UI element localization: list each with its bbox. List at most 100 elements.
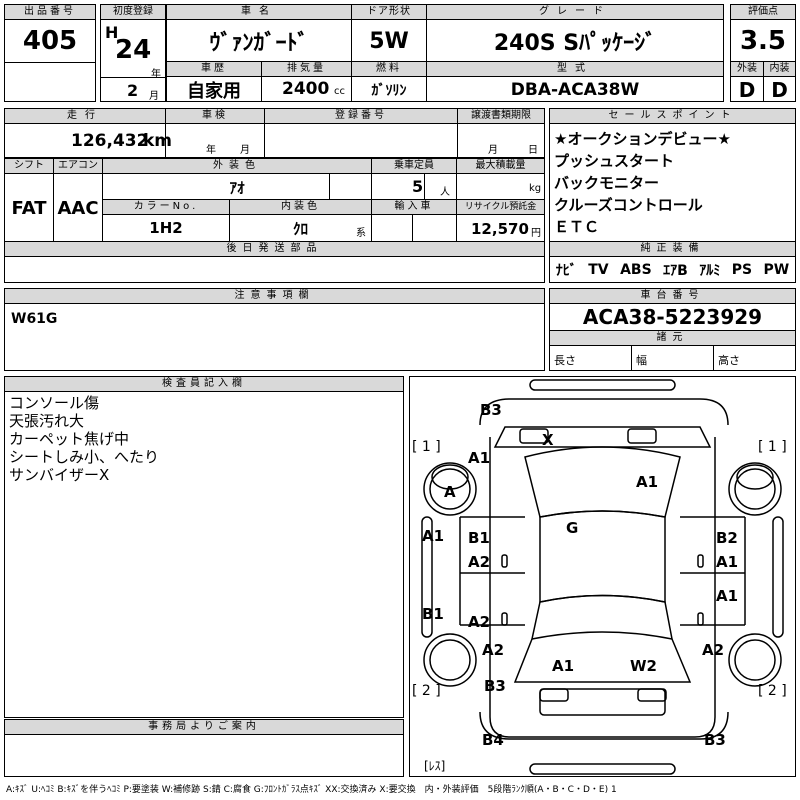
- marker-a1-left-top: A1: [468, 449, 491, 467]
- aircon-box: エアコン AAC: [53, 158, 103, 242]
- displacement-box: 排気量 2400 cc: [261, 61, 352, 102]
- marker-b1-left: B1: [468, 529, 490, 547]
- fuel-label: 燃料: [352, 62, 426, 77]
- equipment-ps: PS: [731, 262, 753, 278]
- inspection-year-unit: 年: [206, 145, 216, 156]
- recycle-unit: 円: [531, 228, 541, 239]
- equipment-label: 純正装備: [550, 242, 795, 257]
- equipment-airbag: ｴｱB: [663, 263, 688, 279]
- car-name-label: 車名: [167, 5, 351, 20]
- history-label: 車歴: [167, 62, 261, 77]
- office-label: 事務局よりご案内: [5, 720, 403, 735]
- transfer-label: 譲渡書類期限: [458, 109, 544, 124]
- displacement-label: 排気量: [262, 62, 351, 77]
- shift-label: シフト: [5, 159, 53, 174]
- sales-points-box: セールスポイント ★オークションデビュー★ プッシュスタート バックモニター ク…: [549, 108, 796, 242]
- inspector-line-1: コンソール傷: [9, 394, 100, 412]
- tag-rear: [ﾚｽ]: [424, 759, 446, 773]
- car-name-value: ｳﾞｧﾝｶﾞｰﾄﾞ: [209, 31, 309, 56]
- equipment-alloy: ｱﾙﾐ: [699, 263, 721, 279]
- chassis-box: 車台番号 ACA38-5223929 諸元 長さ 幅 高さ: [549, 288, 796, 371]
- marker-a2-left-2: A2: [468, 613, 491, 631]
- interior-color-box: 内装色 ｸﾛ 系: [229, 199, 372, 242]
- later-parts-box: 後日発送部品: [4, 241, 545, 283]
- sales-point-2: プッシュスタート: [554, 152, 675, 170]
- color-number-value: 1H2: [149, 219, 183, 237]
- tag-2-left: [ 2 ]: [412, 683, 441, 699]
- transfer-month-unit: 月: [488, 145, 498, 156]
- later-parts-label: 後日発送部品: [5, 242, 544, 257]
- transfer-day-unit: 日: [528, 145, 538, 156]
- registration-month-unit: 月: [149, 91, 159, 102]
- fuel-box: 燃料 ｶﾞｿﾘﾝ: [351, 61, 427, 102]
- marker-b2-right: B2: [716, 529, 738, 547]
- marker-a2-left-rear: A2: [482, 641, 505, 659]
- spec-height: 高さ: [718, 354, 740, 367]
- mileage-label: 走行: [5, 109, 165, 124]
- capacity-label: 乗車定員: [372, 159, 456, 174]
- registration-box: 初度登録 H 24 年 2 月: [100, 4, 166, 102]
- max-load-unit: kg: [529, 183, 542, 194]
- marker-b3-left: B3: [484, 677, 506, 695]
- exterior-grade-box: 外装 D: [730, 61, 764, 102]
- inspection-month-unit: 月: [240, 145, 250, 156]
- aircon-label: エアコン: [54, 159, 102, 174]
- exterior-color-value: ｱｵ: [229, 178, 245, 197]
- interior-grade-box: 内装 D: [763, 61, 796, 102]
- sales-point-1: ★オークションデビュー★: [554, 130, 731, 148]
- marker-a1-right-1: A1: [716, 553, 739, 571]
- door-box: ドア形状 5W: [351, 4, 427, 62]
- marker-x-console: X: [542, 431, 554, 449]
- recycle-label: リサイクル預託金: [457, 200, 544, 215]
- lot-number-value: 405: [22, 26, 78, 56]
- equipment-pw: PW: [763, 262, 790, 278]
- shift-value: FAT: [11, 197, 47, 219]
- marker-b3-right: B3: [704, 731, 726, 749]
- capacity-box: 乗車定員 5 人: [371, 158, 457, 200]
- displacement-value: 2400: [282, 79, 330, 99]
- score-box: 評価点 3.5: [730, 4, 796, 62]
- transfer-box: 譲渡書類期限 月 日: [457, 108, 545, 158]
- plate-box: 登録番号: [264, 108, 458, 158]
- registration-month: 2: [127, 81, 139, 100]
- registration-year: 24: [115, 35, 152, 65]
- legend-footer: A:ｷｽﾞ U:ﾍｺﾐ B:ｷｽﾞを伴うﾍｺﾐ P:要塗装 W:補修跡 S:錆 …: [6, 785, 617, 795]
- marker-g-glass: G: [566, 519, 579, 537]
- marker-a1-side: A1: [422, 527, 445, 545]
- color-number-label: カラーNo.: [103, 200, 229, 215]
- shift-box: シフト FAT: [4, 158, 54, 242]
- history-box: 車歴 自家用: [166, 61, 262, 102]
- spec-width: 幅: [632, 346, 714, 370]
- tag-2-right: [ 2 ]: [758, 683, 787, 699]
- inspector-line-2: 天張汚れ大: [9, 412, 85, 430]
- import-box: 輸入車: [371, 199, 457, 242]
- recycle-box: リサイクル預託金 12,570 円: [456, 199, 545, 242]
- score-value: 3.5: [739, 26, 787, 56]
- inspection-box: 車検 年 月: [165, 108, 265, 158]
- score-label: 評価点: [731, 5, 795, 20]
- grade-box: グレード 240S Sﾊﾟｯｹｰｼﾞ: [426, 4, 724, 62]
- model-label: 型式: [427, 62, 723, 77]
- history-value: 自家用: [187, 80, 241, 102]
- fuel-value: ｶﾞｿﾘﾝ: [371, 82, 407, 99]
- sales-point-5: ＥＴＣ: [554, 218, 600, 236]
- interior-color-value: ｸﾛ: [292, 219, 308, 238]
- capacity-unit: 人: [440, 187, 450, 198]
- chassis-label: 車台番号: [550, 289, 795, 304]
- lot-number-box: 出品番号 405: [4, 4, 96, 102]
- notes-box: 注意事項欄 W61G: [4, 288, 545, 371]
- marker-a1-right-2: A1: [716, 587, 739, 605]
- max-load-label: 最大積載量: [457, 159, 544, 174]
- lot-number-label: 出品番号: [5, 5, 95, 20]
- color-number-box: カラーNo. 1H2: [102, 199, 230, 242]
- interior-grade-value: D: [771, 77, 788, 102]
- inspector-line-5: サンバイザーX: [9, 466, 110, 484]
- exterior-grade-label: 外装: [731, 62, 763, 77]
- registration-label: 初度登録: [101, 5, 165, 20]
- recycle-value: 12,570: [471, 220, 529, 238]
- car-name-box: 車名 ｳﾞｧﾝｶﾞｰﾄﾞ: [166, 4, 352, 62]
- chassis-value: ACA38-5223929: [582, 305, 763, 329]
- inspection-label: 車検: [166, 109, 264, 124]
- marker-w2-rear: W2: [630, 657, 657, 675]
- specs-label: 諸元: [550, 330, 795, 346]
